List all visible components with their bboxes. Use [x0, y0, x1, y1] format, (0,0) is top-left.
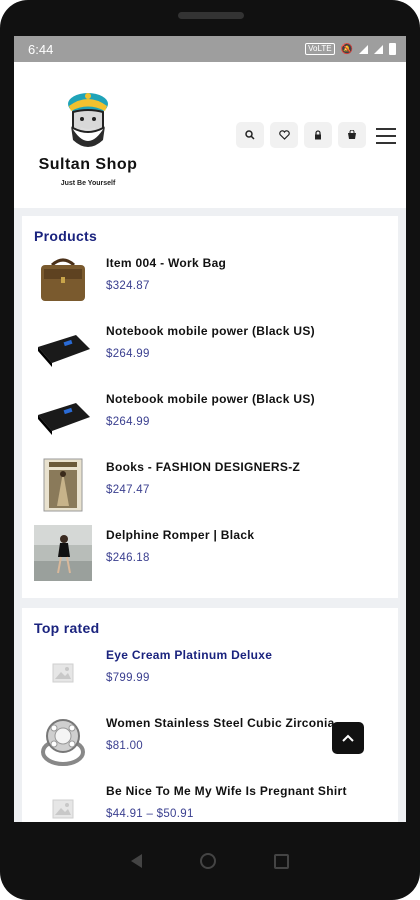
product-name[interactable]: Item 004 - Work Bag [106, 256, 226, 270]
search-icon [245, 130, 255, 140]
product-name[interactable]: Notebook mobile power (Black US) [106, 392, 315, 406]
product-price: $246.18 [106, 552, 150, 564]
placeholder-image-icon[interactable] [34, 644, 92, 702]
product-image-work-bag[interactable] [34, 252, 92, 310]
lock-icon [315, 130, 321, 140]
account-button[interactable] [304, 122, 332, 148]
screen: 6:44 VoLTE 🔕 Sultan Shop Just Be Yoursel… [14, 36, 406, 822]
site-header: Sultan Shop Just Be Yourself [14, 62, 406, 208]
product-image-ring[interactable] [34, 712, 92, 770]
cell-signal-icon [374, 44, 383, 54]
product-price: $81.00 [106, 740, 143, 752]
top-rated-title: Top rated [34, 620, 100, 636]
product-item[interactable]: Be Nice To Me My Wife Is Pregnant Shirt … [34, 780, 386, 822]
product-image-romper[interactable] [34, 524, 92, 582]
cart-button[interactable] [338, 122, 366, 148]
home-icon[interactable] [200, 853, 216, 869]
top-rated-widget: Top rated Eye Cream Platinum Deluxe $799… [22, 608, 398, 822]
product-image-book[interactable] [34, 456, 92, 514]
product-item[interactable]: Notebook mobile power (Black US) $264.99 [34, 320, 386, 388]
battery-icon [389, 43, 396, 55]
heart-icon [278, 130, 290, 140]
placeholder-image-icon[interactable] [34, 780, 92, 822]
product-item[interactable]: Notebook mobile power (Black US) $264.99 [34, 388, 386, 456]
product-price: $247.47 [106, 484, 150, 496]
phone-frame: 6:44 VoLTE 🔕 Sultan Shop Just Be Yoursel… [0, 0, 420, 900]
product-item[interactable]: Delphine Romper | Black $246.18 [34, 524, 386, 592]
brand-logo[interactable]: Sultan Shop Just Be Yourself [36, 90, 140, 187]
product-price: $264.99 [106, 416, 150, 428]
hamburger-icon[interactable] [376, 128, 396, 149]
product-item[interactable]: Item 004 - Work Bag $324.87 [34, 252, 386, 320]
product-name[interactable]: Women Stainless Steel Cubic Zirconia... [106, 716, 346, 730]
product-name[interactable]: Books - FASHION DESIGNERS-Z [106, 460, 300, 474]
mute-icon: 🔕 [340, 43, 353, 55]
products-title: Products [34, 228, 98, 244]
status-bar: 6:44 VoLTE 🔕 [14, 36, 406, 62]
product-name[interactable]: Delphine Romper | Black [106, 528, 254, 542]
products-widget: Products Item 004 - Work Bag $324.87 Not… [22, 216, 398, 598]
product-image-power-bank[interactable] [34, 320, 92, 378]
wifi-signal-icon [359, 44, 368, 54]
product-price: $324.87 [106, 280, 150, 292]
product-price: $264.99 [106, 348, 150, 360]
brand-tagline: Just Be Yourself [60, 180, 116, 187]
cart-icon [348, 130, 356, 139]
header-actions [236, 122, 366, 148]
product-name[interactable]: Eye Cream Platinum Deluxe [106, 648, 272, 662]
android-nav-bar [0, 822, 420, 900]
product-price: $44.91 – $50.91 [106, 808, 194, 820]
wishlist-button[interactable] [270, 122, 298, 148]
product-price: $799.99 [106, 672, 150, 684]
search-button[interactable] [236, 122, 264, 148]
back-icon[interactable] [131, 854, 142, 868]
product-name[interactable]: Be Nice To Me My Wife Is Pregnant Shirt [106, 784, 347, 798]
volte-badge: VoLTE [305, 43, 335, 55]
sultan-logo-icon [68, 93, 108, 147]
product-image-power-bank[interactable] [34, 388, 92, 446]
chevron-up-icon [342, 734, 354, 742]
brand-name: Sultan Shop [38, 156, 138, 173]
product-name[interactable]: Notebook mobile power (Black US) [106, 324, 315, 338]
product-item[interactable]: Books - FASHION DESIGNERS-Z $247.47 [34, 456, 386, 524]
phone-speaker [178, 12, 244, 19]
recent-apps-icon[interactable] [274, 853, 289, 869]
scroll-to-top-button[interactable] [332, 722, 364, 754]
product-item[interactable]: Eye Cream Platinum Deluxe $799.99 [34, 644, 386, 712]
status-time: 6:44 [28, 41, 54, 57]
